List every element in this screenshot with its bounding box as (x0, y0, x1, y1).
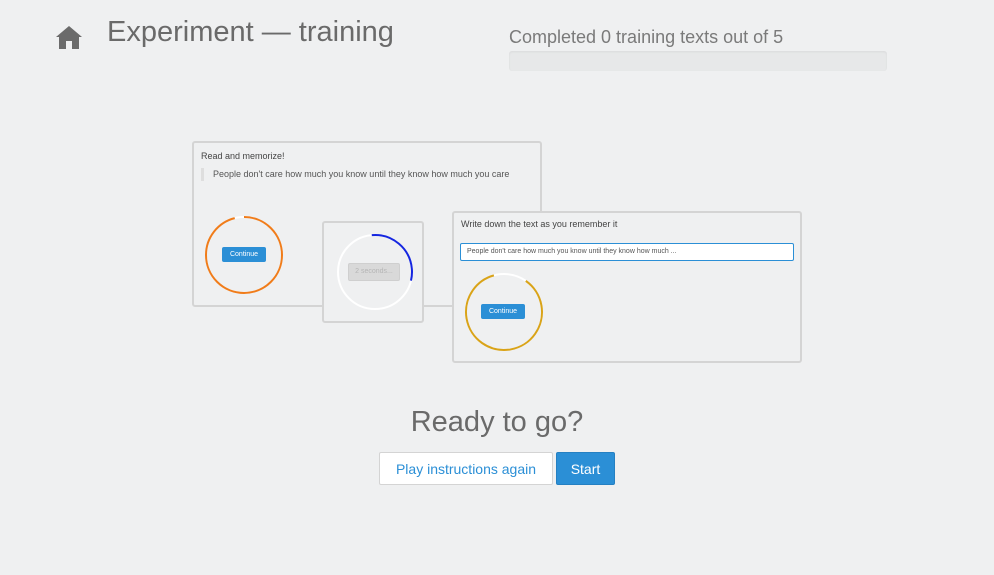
play-instructions-button[interactable]: Play instructions again (379, 452, 553, 485)
write-panel-input: People don't care how much you know unti… (460, 243, 794, 261)
illustration-write-panel: Write down the text as you remember it P… (452, 211, 802, 363)
read-continue-button: Continue (222, 247, 266, 262)
ready-heading: Ready to go? (410, 406, 584, 438)
header: Experiment — training Completed 0 traini… (0, 0, 994, 80)
progress-bar (509, 51, 887, 71)
read-panel-quote: People don't care how much you know unti… (201, 168, 523, 181)
start-button[interactable]: Start (556, 452, 615, 485)
write-continue-button: Continue (481, 304, 525, 319)
progress-label: Completed 0 training texts out of 5 (509, 27, 784, 47)
illustration-wait-panel: 2 seconds... (322, 221, 424, 323)
read-panel-heading: Read and memorize! (201, 151, 285, 161)
home-icon[interactable] (55, 24, 83, 50)
write-panel-heading: Write down the text as you remember it (461, 219, 618, 229)
wait-countdown-button: 2 seconds... (348, 263, 400, 281)
page-title: Experiment — training (107, 16, 394, 48)
